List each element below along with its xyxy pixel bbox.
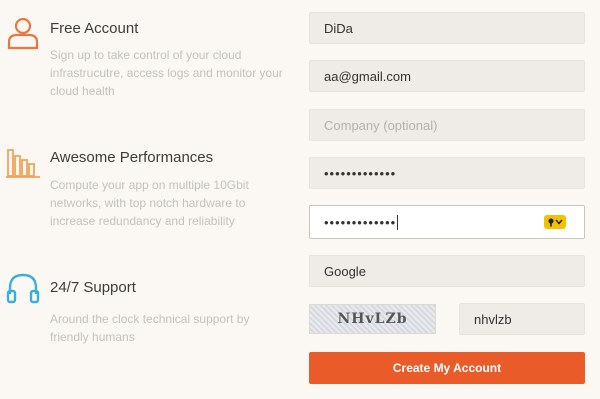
password-field[interactable]: ••••••••••••• — [309, 157, 585, 189]
password-confirm-field[interactable]: ••••••••••••• — [309, 205, 585, 239]
headphones-icon — [6, 273, 40, 304]
password-masked: ••••••••••••• — [324, 165, 397, 181]
key-icon — [548, 218, 563, 227]
email-field[interactable]: aa@gmail.com — [309, 60, 585, 92]
referral-field[interactable]: Google — [309, 255, 585, 287]
bar-chart-icon — [6, 149, 40, 178]
key-dropdown-icon[interactable] — [544, 215, 566, 229]
captcha-text: NHvLZb — [337, 311, 408, 327]
feature-title: Awesome Performances — [50, 149, 214, 166]
feature-description: Sign up to take control of your cloud in… — [50, 48, 283, 98]
company-placeholder: Company (optional) — [324, 117, 438, 133]
captcha-input-value: nhvlzb — [474, 311, 512, 327]
feature-description: Compute your app on multiple 10Gbit netw… — [50, 178, 249, 228]
captcha-image: NHvLZb — [309, 304, 436, 334]
feature-title: 24/7 Support — [50, 279, 136, 296]
user-outline-icon — [7, 17, 39, 50]
name-value: DiDa — [324, 20, 353, 36]
password-confirm-masked: ••••••••••••• — [324, 214, 397, 230]
feature-description: Around the clock technical support by fr… — [50, 312, 250, 344]
name-field[interactable]: DiDa — [309, 12, 585, 44]
referral-value: Google — [324, 263, 366, 279]
email-value: aa@gmail.com — [324, 68, 411, 84]
feature-title: Free Account — [50, 20, 139, 37]
captcha-input[interactable]: nhvlzb — [459, 303, 585, 335]
company-field[interactable]: Company (optional) — [309, 109, 585, 141]
text-caret — [397, 214, 399, 230]
create-account-button[interactable]: Create My Account — [309, 352, 585, 384]
